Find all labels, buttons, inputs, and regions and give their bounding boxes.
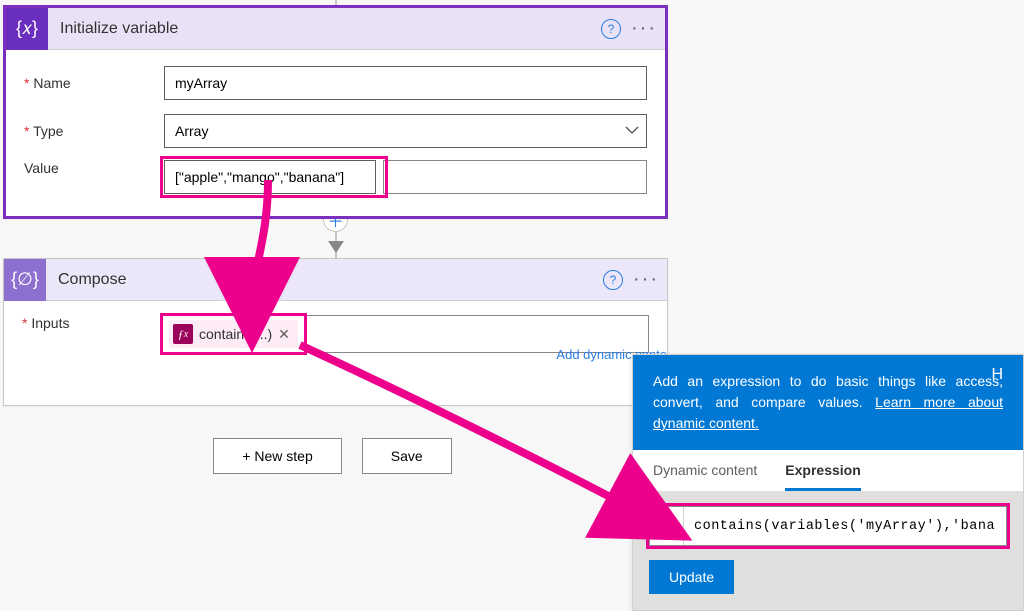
save-button[interactable]: Save — [362, 438, 452, 474]
connector-arrow — [328, 241, 344, 253]
update-button[interactable]: Update — [649, 560, 734, 594]
remove-token-icon[interactable]: ✕ — [278, 326, 290, 343]
value-input[interactable] — [164, 160, 376, 194]
new-step-button[interactable]: + New step — [213, 438, 341, 474]
tab-dynamic-content[interactable]: Dynamic content — [653, 462, 757, 491]
card-title: Compose — [46, 271, 603, 289]
type-label: Type — [24, 123, 164, 139]
token-label: contains(...) — [199, 326, 272, 342]
help-icon[interactable]: ? — [601, 19, 621, 39]
more-menu-icon[interactable]: ··· — [631, 17, 657, 40]
compose-card: {∅} Compose ? ··· Inputs ƒx contains(...… — [3, 258, 668, 406]
value-label: Value — [24, 160, 164, 176]
variable-icon: {𝑥} — [6, 8, 48, 50]
fx-icon: ƒx — [173, 324, 193, 344]
expression-token[interactable]: ƒx contains(...) ✕ — [169, 320, 298, 348]
name-input[interactable] — [164, 66, 647, 100]
more-menu-icon[interactable]: ··· — [633, 268, 659, 291]
type-select[interactable] — [164, 114, 647, 148]
help-icon[interactable]: ? — [603, 270, 623, 290]
card-header[interactable]: {∅} Compose ? ··· — [4, 259, 667, 301]
inputs-label: Inputs — [22, 315, 162, 331]
fx-icon: ƒx — [650, 507, 684, 545]
expression-hint: Add an expression to do basic things lik… — [633, 355, 1023, 450]
expression-panel: Add an expression to do basic things lik… — [632, 354, 1024, 611]
initialize-variable-card: {𝑥} Initialize variable ? ··· Name Type … — [3, 5, 668, 219]
tab-expression[interactable]: Expression — [785, 462, 860, 491]
card-title: Initialize variable — [48, 20, 601, 38]
card-header[interactable]: {𝑥} Initialize variable ? ··· — [6, 8, 665, 50]
value-input-extra[interactable] — [383, 160, 647, 194]
name-label: Name — [24, 75, 164, 91]
expression-input[interactable] — [684, 507, 1006, 545]
compose-icon: {∅} — [4, 259, 46, 301]
expression-tabs: Dynamic content Expression — [633, 450, 1023, 492]
expression-input-box: ƒx — [649, 506, 1007, 546]
